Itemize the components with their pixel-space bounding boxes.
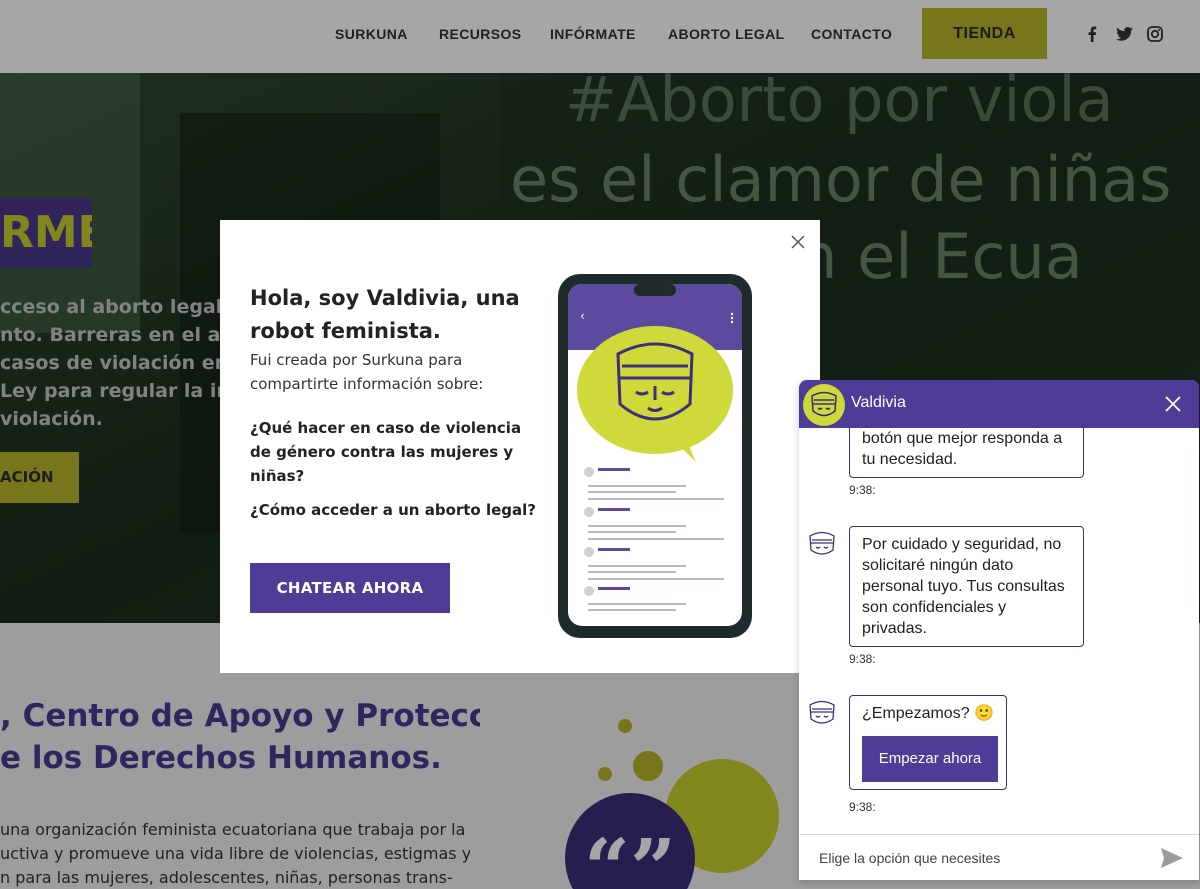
chat-message: ¿Empezamos? 🙂 Empezar ahora	[849, 695, 1007, 790]
chat-widget: Valdivia botón que mejor responda a tu n…	[799, 380, 1199, 880]
chat-message: Por cuidado y seguridad, no solicitaré n…	[849, 526, 1084, 647]
modal-close-icon[interactable]	[788, 232, 808, 252]
modal-question-abortion: ¿Cómo acceder a un aborto legal?	[250, 501, 536, 519]
modal-title: Hola, soy Valdivia, una robot feminista.	[250, 286, 520, 343]
message-time: 9:38:	[849, 483, 876, 497]
start-now-button[interactable]: Empezar ahora	[862, 736, 998, 782]
modal-question-violence: ¿Qué hacer en caso de violencia de géner…	[250, 419, 522, 485]
chat-message-text: ¿Empezamos? 🙂	[862, 705, 994, 722]
modal-subtitle: Fui creada por Surkuna para compartirte …	[250, 351, 484, 393]
chat-message: botón que mejor responda a tu necesidad.	[849, 428, 1084, 478]
chat-now-button[interactable]: CHATEAR AHORA	[250, 563, 450, 613]
svg-text:‹: ‹	[580, 309, 585, 323]
bot-message-icon	[809, 531, 835, 555]
chat-messages[interactable]: botón que mejor responda a tu necesidad.…	[799, 428, 1199, 834]
bot-message-icon	[809, 700, 835, 724]
phone-illustration: ‹	[558, 274, 752, 638]
message-time: 9:38:	[849, 652, 876, 666]
bot-avatar-icon	[803, 384, 845, 426]
chat-input-bar	[799, 834, 1199, 880]
send-icon[interactable]	[1159, 846, 1185, 870]
chat-header: Valdivia	[799, 380, 1199, 428]
message-time: 9:38:	[849, 800, 876, 814]
chat-bot-name: Valdivia	[851, 394, 906, 411]
welcome-modal: Hola, soy Valdivia, una robot feminista.…	[220, 220, 820, 673]
chat-input[interactable]	[809, 843, 1139, 873]
chat-close-icon[interactable]	[1163, 394, 1183, 414]
